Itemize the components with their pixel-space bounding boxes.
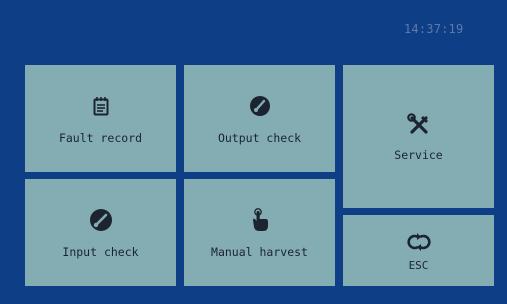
input-check-button[interactable]: Input check bbox=[25, 179, 176, 286]
service-button[interactable]: Service bbox=[343, 65, 494, 208]
service-label: Service bbox=[394, 147, 443, 162]
notepad-icon bbox=[93, 93, 109, 119]
tools-icon bbox=[406, 112, 431, 138]
manual-harvest-label: Manual harvest bbox=[211, 244, 308, 259]
pointing-hand-icon bbox=[250, 207, 270, 233]
output-check-button[interactable]: Output check bbox=[184, 65, 335, 172]
clock: 14:37:19 bbox=[404, 22, 464, 36]
fault-record-label: Fault record bbox=[58, 130, 143, 145]
input-check-label: Input check bbox=[62, 244, 139, 259]
esc-button[interactable]: ESC bbox=[343, 215, 494, 286]
manual-harvest-button[interactable]: Manual harvest bbox=[184, 179, 335, 286]
gauge-icon bbox=[249, 93, 271, 119]
refresh-icon bbox=[406, 229, 431, 255]
hmi-screen: 14:37:19 Fault record Output check Servi… bbox=[0, 0, 507, 304]
output-check-label: Output check bbox=[217, 130, 302, 145]
esc-label: ESC bbox=[408, 259, 429, 272]
gauge-icon bbox=[89, 207, 113, 233]
fault-record-button[interactable]: Fault record bbox=[25, 65, 176, 172]
